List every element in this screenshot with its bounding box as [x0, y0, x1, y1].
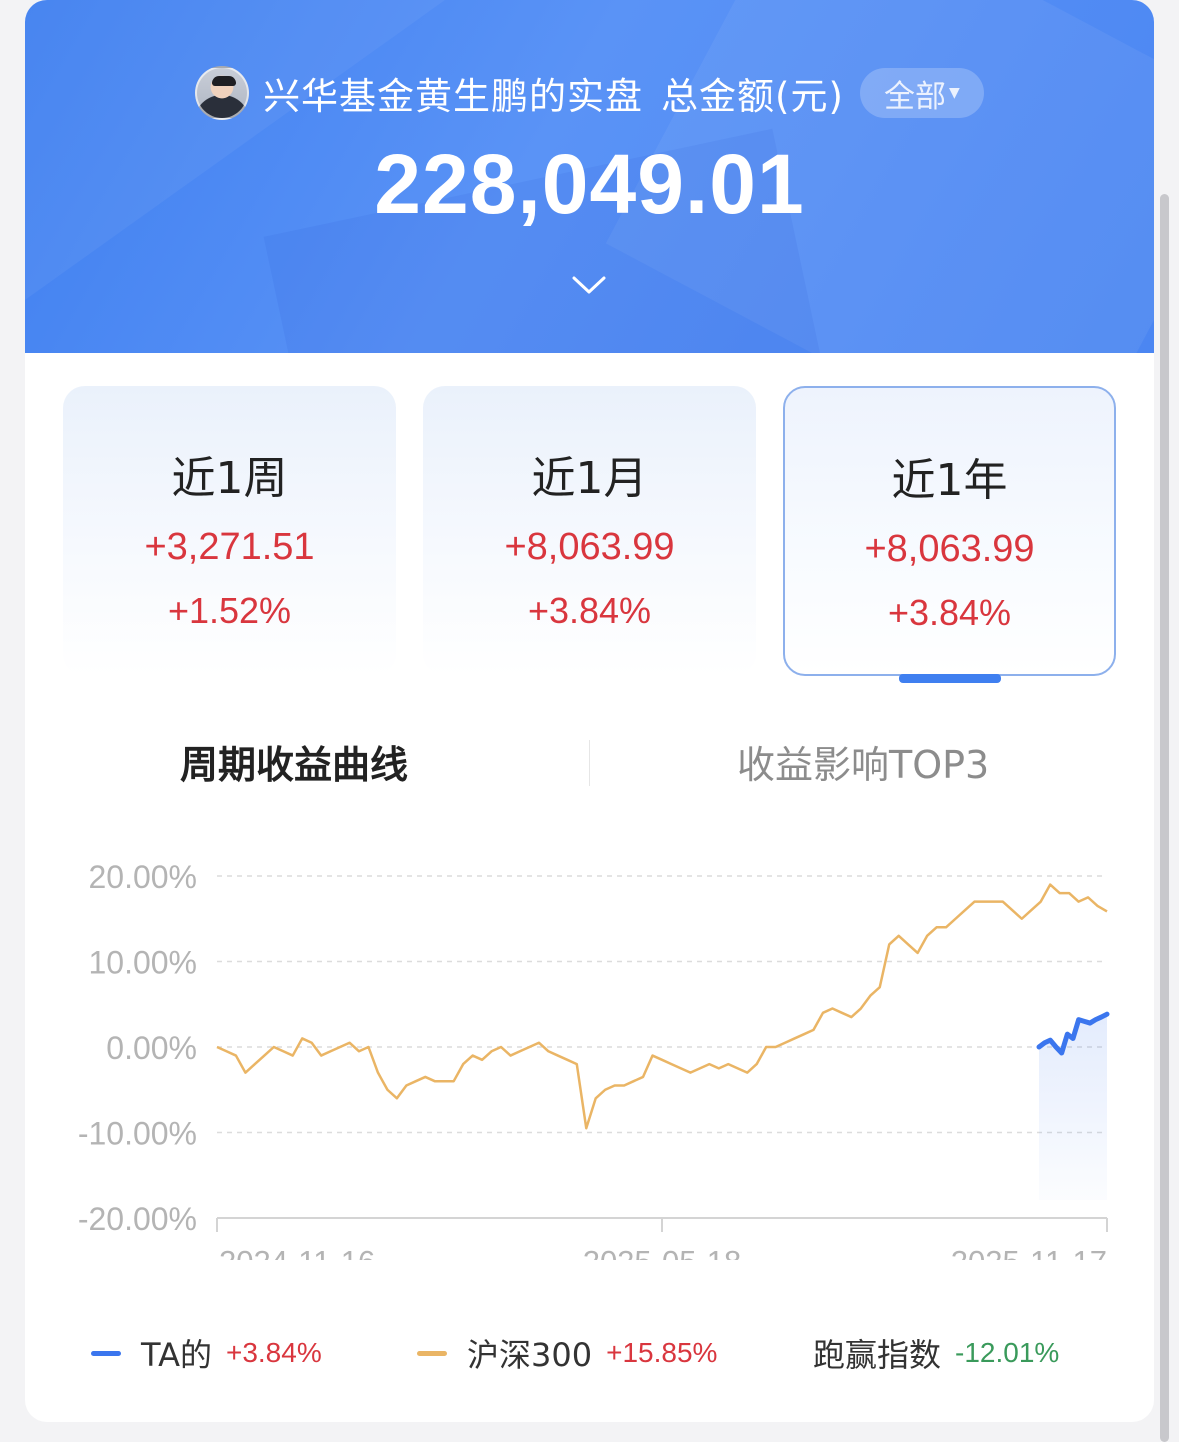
legend-value: -12.01% [955, 1337, 1060, 1368]
y-tick-label: 10.00% [88, 945, 197, 981]
x-tick-label: 2024-11-16 [219, 1244, 375, 1260]
tab-1-year[interactable]: 近1年 +8,063.99 +3.84% [783, 386, 1116, 683]
tab-period-return-curve[interactable]: 周期收益曲线 [180, 734, 408, 789]
tab-1-month[interactable]: 近1月 +8,063.99 +3.84% [423, 386, 756, 676]
legend-item-csi300: 沪深300 +15.85% [417, 1330, 717, 1376]
tab-profit-amount: +3,271.51 [144, 526, 315, 568]
series-line-csi300 [216, 883, 1108, 1130]
active-tab-indicator [899, 674, 1001, 683]
x-tick-label: 2025-05-18 [583, 1244, 742, 1260]
legend-name: TA的 [141, 1336, 212, 1374]
y-tick-label: 0.00% [106, 1030, 197, 1066]
portfolio-card: 兴华基金黄生鹏的实盘 总金额(元) 全部 ▼ 228,049.01 近1周 +3… [25, 0, 1154, 1422]
tab-1-week[interactable]: 近1周 +3,271.51 +1.52% [63, 386, 396, 676]
legend-value: +15.85% [606, 1337, 718, 1368]
series-swatch [417, 1350, 447, 1356]
total-amount-label: 总金额(元) [661, 75, 844, 118]
legend-item-ta: TA的 +3.84% [91, 1330, 322, 1376]
legend-value: +3.84% [225, 1337, 322, 1368]
chart-segment-control: 周期收益曲线 收益影响TOP3 [25, 730, 1154, 790]
return-curve-chart[interactable]: 20.00% 10.00% 0.00% -10.00% -20.00% 2024-11-1… [25, 840, 1154, 1260]
series-swatch [91, 1350, 121, 1356]
chart-legend: TA的 +3.84% 沪深300 +15.85% 跑赢指数 -12.01% [25, 1330, 1154, 1380]
legend-item-outperform: 跑赢指数 -12.01% [813, 1330, 1059, 1376]
tab-label: 近1月 [531, 453, 648, 504]
tab-top3-impact[interactable]: 收益影响TOP3 [737, 734, 989, 789]
chevron-down-icon[interactable] [571, 270, 607, 300]
tab-profit-amount: +8,063.99 [504, 526, 675, 568]
period-tabs: 近1周 +3,271.51 +1.52% 近1月 +8,063.99 +3.84… [63, 386, 1116, 683]
segment-divider [589, 740, 590, 786]
scrollbar[interactable] [1160, 194, 1169, 1442]
tab-profit-percent: +1.52% [167, 590, 292, 631]
avatar[interactable] [195, 66, 250, 120]
tab-profit-percent: +3.84% [527, 590, 652, 631]
y-tick-label: 20.00% [88, 859, 197, 895]
title-row: 兴华基金黄生鹏的实盘 总金额(元) 全部 ▼ [25, 64, 1154, 122]
caret-down-icon: ▼ [949, 85, 960, 101]
account-filter-dropdown[interactable]: 全部 ▼ [859, 68, 984, 118]
portfolio-title: 兴华基金黄生鹏的实盘 [263, 75, 644, 118]
tab-label: 近1年 [891, 455, 1008, 506]
tab-label: 近1周 [171, 453, 288, 504]
y-tick-label: -20.00% [78, 1201, 197, 1237]
total-amount-value: 228,049.01 [374, 137, 805, 231]
portfolio-header: 兴华基金黄生鹏的实盘 总金额(元) 全部 ▼ 228,049.01 [25, 0, 1154, 353]
tab-profit-amount: +8,063.99 [864, 528, 1035, 570]
legend-name: 沪深300 [467, 1336, 593, 1374]
legend-name: 跑赢指数 [813, 1336, 942, 1374]
x-tick-label: 2025-11-17 [951, 1244, 1107, 1260]
filter-value: 全部 [884, 78, 947, 115]
tab-profit-percent: +3.84% [887, 592, 1012, 633]
y-tick-label: -10.00% [78, 1116, 197, 1152]
